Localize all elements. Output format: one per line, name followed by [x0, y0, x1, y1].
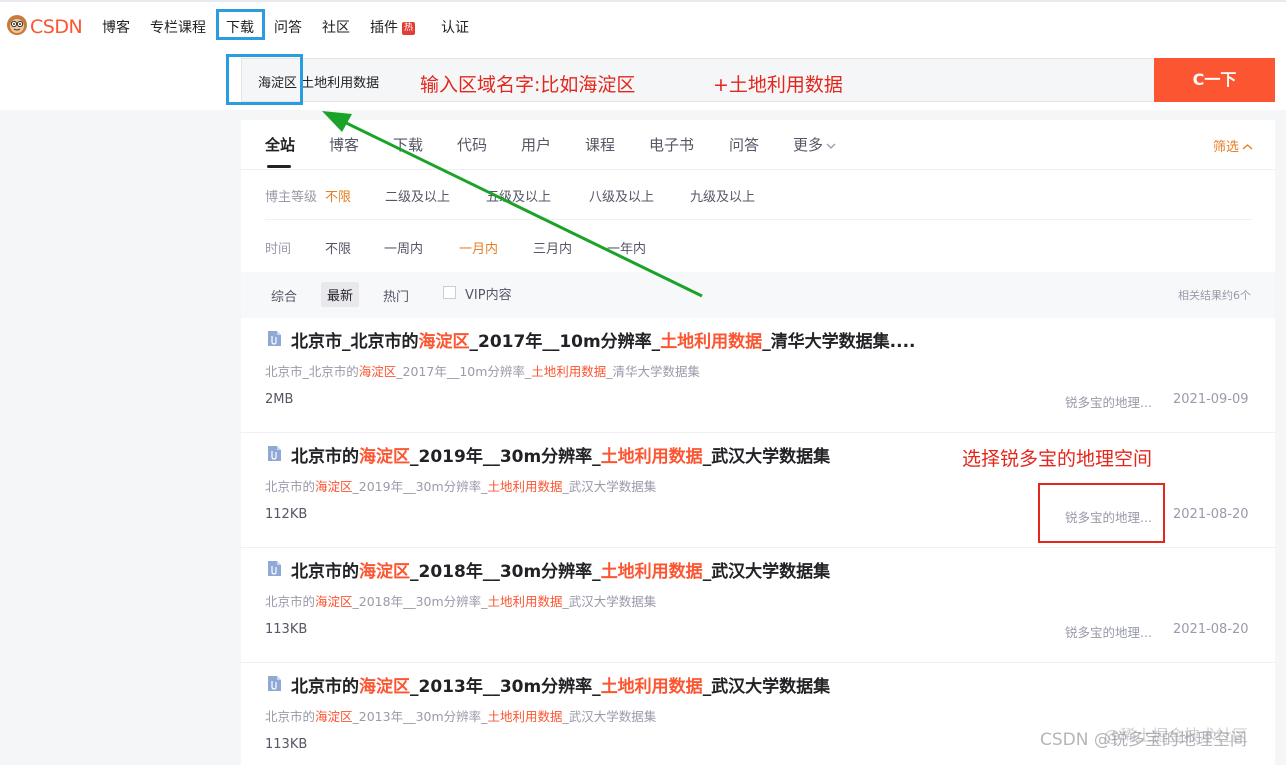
filter-level-9[interactable]: 九级及以上 — [690, 186, 755, 205]
filter-level-5[interactable]: 五级及以上 — [486, 186, 551, 205]
chevron-up-icon — [1242, 144, 1253, 150]
result-count: 相关结果约6个 — [1178, 289, 1251, 302]
result-title[interactable]: 北京市的海淀区_2019年__30m分辨率_土地利用数据_武汉大学数据集 — [291, 442, 830, 467]
tab-ebook[interactable]: 电子书 — [649, 134, 694, 155]
tab-more[interactable]: 更多 — [793, 134, 836, 155]
results-card: 全站 博客 下载 代码 用户 课程 电子书 问答 更多 筛选 博主等级 不限 二… — [241, 120, 1275, 765]
filter-time-month[interactable]: 一月内 — [459, 238, 498, 257]
author-highlight-box — [1038, 483, 1165, 543]
filter-toggle[interactable]: 筛选 — [1213, 136, 1253, 155]
download-highlight-box — [216, 9, 265, 40]
result-date: 2021-09-09 — [1173, 392, 1249, 407]
nav-item-blog[interactable]: 博客 — [102, 17, 130, 37]
vip-label: VIP内容 — [465, 288, 512, 303]
sort-bar: 综合 最新 热门 — [241, 272, 1275, 318]
document-attachment-icon — [268, 676, 281, 691]
filter-label-time: 时间 — [265, 242, 292, 257]
document-attachment-icon — [268, 446, 281, 461]
nav-item-courses[interactable]: 专栏课程 — [150, 17, 206, 37]
search-band: 海淀区 土地利用数据 C一下 — [0, 50, 1286, 110]
annotation-hint-plus: +土地利用数据 — [713, 74, 843, 96]
watermark-csdn: CSDN @锐多宝的地理空间 — [1040, 730, 1247, 750]
hot-badge: 热 — [402, 22, 416, 35]
document-attachment-icon — [268, 561, 281, 576]
monkey-logo-icon — [7, 15, 27, 35]
result-title[interactable]: 北京市的海淀区_2013年__30m分辨率_土地利用数据_武汉大学数据集 — [291, 672, 830, 697]
nav-item-community[interactable]: 社区 — [322, 17, 350, 37]
chevron-down-icon — [826, 143, 836, 149]
sort-latest[interactable]: 最新 — [321, 282, 360, 307]
csdn-logo[interactable]: CSDN — [6, 14, 86, 40]
tab-download[interactable]: 下载 — [393, 134, 423, 155]
result-file-size: 2MB — [265, 392, 294, 407]
sort-hot[interactable]: 热门 — [383, 286, 409, 305]
filter-time-quarter[interactable]: 三月内 — [533, 238, 572, 257]
annotation-hint-input: 输入区域名字:比如海淀区 — [420, 74, 636, 96]
search-input[interactable]: 海淀区 土地利用数据 — [241, 58, 1154, 102]
nav-item-plugin[interactable]: 插件热 — [370, 17, 416, 37]
tab-qa[interactable]: 问答 — [729, 134, 759, 155]
filter-time-week[interactable]: 一周内 — [384, 238, 423, 257]
search-keyword-highlight-box — [226, 54, 303, 105]
filter-divider — [265, 219, 1251, 220]
filter-label-level: 博主等级 — [265, 190, 318, 205]
filter-row-level: 博主等级 不限 二级及以上 五级及以上 八级及以上 九级及以上 — [241, 170, 1275, 220]
filter-level-any[interactable]: 不限 — [325, 186, 351, 205]
result-item[interactable]: 北京市_北京市的海淀区_2017年__10m分辨率_土地利用数据_清华大学数据集… — [241, 318, 1275, 433]
filter-time-year[interactable]: 一年内 — [607, 238, 646, 257]
result-date: 2021-08-20 — [1173, 622, 1249, 637]
nav-item-qa[interactable]: 问答 — [274, 17, 302, 37]
result-file-size: 113KB — [265, 737, 308, 752]
search-button[interactable]: C一下 — [1154, 58, 1275, 102]
result-date: 2021-08-20 — [1173, 507, 1249, 522]
tab-more-label: 更多 — [793, 136, 824, 154]
result-item[interactable]: 北京市的海淀区_2018年__30m分辨率_土地利用数据_武汉大学数据集 北京市… — [241, 548, 1275, 663]
tab-course[interactable]: 课程 — [585, 134, 615, 155]
result-author[interactable]: 锐多宝的地理... — [1065, 392, 1152, 411]
result-title[interactable]: 北京市的海淀区_2018年__30m分辨率_土地利用数据_武汉大学数据集 — [291, 557, 830, 582]
vip-checkbox[interactable] — [443, 286, 456, 299]
result-description: 北京市的海淀区_2019年__30m分辨率_土地利用数据_武汉大学数据集 — [265, 479, 657, 494]
tab-user[interactable]: 用户 — [521, 134, 551, 155]
logo-wordmark: CSDN — [30, 16, 83, 38]
active-tab-indicator — [267, 165, 291, 168]
tab-all[interactable]: 全站 — [265, 134, 295, 155]
result-title[interactable]: 北京市_北京市的海淀区_2017年__10m分辨率_土地利用数据_清华大学数据集… — [291, 327, 916, 352]
top-nav: CSDN 博客 专栏课程 下载 问答 社区 插件热 认证 — [0, 0, 1286, 50]
filter-row-time: 时间 不限 一周内 一月内 三月内 一年内 — [241, 222, 1275, 272]
tab-blog[interactable]: 博客 — [329, 134, 359, 155]
filter-level-2[interactable]: 二级及以上 — [385, 186, 450, 205]
category-tabs: 全站 博客 下载 代码 用户 课程 电子书 问答 更多 筛选 — [241, 120, 1275, 170]
result-file-size: 113KB — [265, 622, 308, 637]
result-author[interactable]: 锐多宝的地理... — [1065, 622, 1152, 641]
filter-toggle-label: 筛选 — [1212, 140, 1239, 155]
result-description: 北京市_北京市的海淀区_2017年__10m分辨率_土地利用数据_清华大学数据集 — [265, 364, 700, 379]
annotation-hint-author: 选择锐多宝的地理空间 — [962, 448, 1153, 470]
tab-code[interactable]: 代码 — [457, 134, 487, 155]
result-description: 北京市的海淀区_2018年__30m分辨率_土地利用数据_武汉大学数据集 — [265, 594, 657, 609]
nav-item-plugin-label: 插件 — [370, 20, 398, 36]
filter-time-any[interactable]: 不限 — [325, 238, 351, 257]
filter-level-8[interactable]: 八级及以上 — [589, 186, 654, 205]
result-file-size: 112KB — [265, 507, 308, 522]
result-description: 北京市的海淀区_2013年__30m分辨率_土地利用数据_武汉大学数据集 — [265, 709, 657, 724]
document-attachment-icon — [268, 331, 281, 346]
sort-comprehensive[interactable]: 综合 — [271, 286, 297, 305]
nav-item-certification[interactable]: 认证 — [441, 17, 469, 37]
